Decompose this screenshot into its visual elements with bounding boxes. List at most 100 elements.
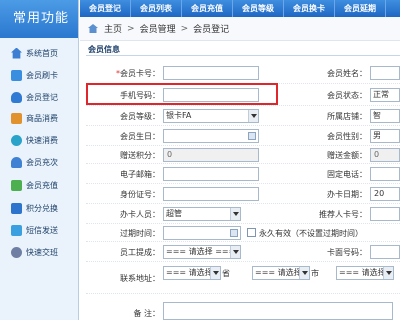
tab-member-register[interactable]: 会员登记	[80, 0, 131, 17]
level-select[interactable]: 银卡FA	[163, 109, 259, 123]
breadcrumb-home[interactable]: 主页	[104, 22, 122, 35]
gift-points-label: 赠送积分：	[120, 151, 160, 160]
store-select[interactable]: 智	[370, 109, 400, 123]
tab-member-level[interactable]: 会员等级	[233, 0, 284, 17]
chevron-down-icon	[230, 246, 240, 258]
sidebar-item-goods-consume[interactable]: 商品消费	[0, 108, 79, 128]
expire-label: 过期时间：	[120, 229, 160, 238]
status-label: 会员状态：	[327, 91, 367, 100]
card-no-input[interactable]	[163, 66, 259, 80]
home-icon	[11, 47, 22, 59]
breadcrumb: 主页 > 会员管理 > 会员登记	[80, 17, 400, 41]
status-select[interactable]: 正常	[370, 88, 400, 102]
chevron-down-icon	[210, 267, 220, 279]
email-label: 电子邮箱：	[120, 170, 160, 179]
sidebar-item-label: 商品消费	[26, 113, 58, 123]
remark-textarea[interactable]	[163, 302, 393, 320]
card-date-input[interactable]: 20	[370, 187, 400, 201]
city-unit: 市	[311, 269, 319, 278]
card-icon	[11, 69, 22, 81]
sidebar-item-label: 会员充次	[26, 157, 58, 167]
tab-member-change-card[interactable]: 会员换卡	[284, 0, 335, 17]
sidebar-item-label: 会员刷卡	[26, 70, 58, 80]
calendar-icon[interactable]	[248, 132, 256, 140]
district-select[interactable]: === 请选择 ===	[336, 266, 394, 280]
referrer-input[interactable]	[370, 207, 400, 221]
operator-select[interactable]: 超管	[163, 207, 241, 221]
chevron-down-icon	[248, 110, 258, 122]
sidebar-title: 常用功能	[0, 0, 78, 38]
card-date-label: 办卡日期：	[327, 190, 367, 199]
form-row: 身份证号： 办卡日期： 20	[86, 184, 400, 204]
store-label: 所属店铺：	[327, 112, 367, 121]
gift-points-input[interactable]: 0	[163, 148, 259, 162]
sidebar-item-label: 会员充值	[26, 180, 58, 190]
id-no-input[interactable]	[163, 187, 259, 201]
form-row: 电子邮箱： 固定电话：	[86, 164, 400, 184]
sidebar-item-points[interactable]: 积分兑换	[0, 198, 79, 218]
referrer-label: 推荐人卡号：	[319, 210, 367, 219]
member-icon	[11, 156, 22, 168]
expire-input[interactable]	[163, 226, 241, 240]
city-select[interactable]: === 请选择 ===	[252, 266, 310, 280]
staff-select[interactable]: === 请选择 ===	[163, 245, 241, 259]
form-row: 员工提成： === 请选择 === 卡面号码：	[86, 242, 400, 262]
sidebar-item-shift[interactable]: 快速交班	[0, 242, 79, 262]
phone-highlight-box	[86, 83, 278, 105]
sidebar-item-recharge[interactable]: 会员充值	[0, 175, 79, 195]
sidebar-item-fast-consume[interactable]: 快速消费	[0, 130, 79, 150]
fast-icon	[11, 134, 22, 146]
form-row: 备 注：	[86, 294, 400, 320]
birthday-label: 会员生日：	[120, 132, 160, 141]
staff-label: 员工提成：	[120, 248, 160, 257]
chevron-down-icon	[383, 267, 393, 279]
id-no-label: 身份证号：	[120, 190, 160, 199]
section-title: 会员信息	[88, 45, 120, 54]
province-select[interactable]: === 请选择 ===	[163, 266, 221, 280]
cart-icon	[11, 112, 22, 124]
gift-amount-label: 赠送金额：	[327, 151, 367, 160]
breadcrumb-current: 会员登记	[193, 25, 230, 35]
birthday-input[interactable]	[163, 129, 259, 143]
tel-input[interactable]	[370, 167, 400, 181]
card-no-label: *会员卡号：	[116, 69, 160, 78]
name-input[interactable]	[370, 66, 400, 80]
address-label: 联系地址：	[120, 274, 160, 283]
sidebar-item-home[interactable]: 系统首页	[0, 43, 79, 63]
user-icon	[11, 91, 22, 103]
name-label: 会员姓名：	[327, 69, 367, 78]
sidebar-item-label: 系统首页	[26, 48, 58, 58]
sidebar-item-register[interactable]: 会员登记	[0, 87, 79, 107]
breadcrumb-member-management[interactable]: 会员管理	[140, 22, 176, 35]
sidebar-item-recharge-times[interactable]: 会员充次	[0, 152, 79, 172]
chevron-down-icon	[230, 208, 240, 220]
calendar-icon[interactable]	[230, 229, 238, 237]
sidebar-item-sms[interactable]: 短信发送	[0, 220, 79, 240]
form-row: 办卡人员： 超管 推荐人卡号：	[86, 204, 400, 224]
sidebar-item-label: 积分兑换	[26, 203, 58, 213]
top-tab-bar: 会员登记 会员列表 会员充值 会员等级 会员换卡 会员延期	[80, 0, 400, 17]
form-row: 赠送积分： 0 赠送金额： 0	[86, 146, 400, 164]
remark-label: 备 注：	[133, 309, 160, 318]
permanent-checkbox[interactable]	[247, 228, 256, 237]
surface-no-input[interactable]	[370, 245, 400, 259]
form-row: 过期时间： 永久有效（不设置过期时间）	[86, 224, 400, 242]
breadcrumb-separator: >	[180, 23, 189, 34]
tab-member-list[interactable]: 会员列表	[131, 0, 182, 17]
email-input[interactable]	[163, 167, 259, 181]
tel-label: 固定电话：	[327, 170, 367, 179]
tab-member-recharge[interactable]: 会员充值	[182, 0, 233, 17]
province-unit: 省	[222, 269, 230, 278]
gift-amount-input[interactable]: 0	[370, 148, 400, 162]
tab-member-extend[interactable]: 会员延期	[335, 0, 386, 17]
form-row: 会员等级： 银卡FA 所属店铺： 智	[86, 106, 400, 126]
gender-select[interactable]: 男	[370, 129, 400, 143]
charge-icon	[11, 179, 22, 191]
permanent-label: 永久有效（不设置过期时间）	[259, 229, 363, 238]
gender-label: 会员性别：	[327, 132, 367, 141]
breadcrumb-separator: >	[127, 23, 135, 34]
form-row: 会员生日： 会员性别： 男	[86, 126, 400, 146]
points-icon	[11, 202, 22, 214]
sidebar-item-swipe-card[interactable]: 会员刷卡	[0, 65, 79, 85]
sidebar-item-label: 快速消费	[26, 135, 58, 145]
